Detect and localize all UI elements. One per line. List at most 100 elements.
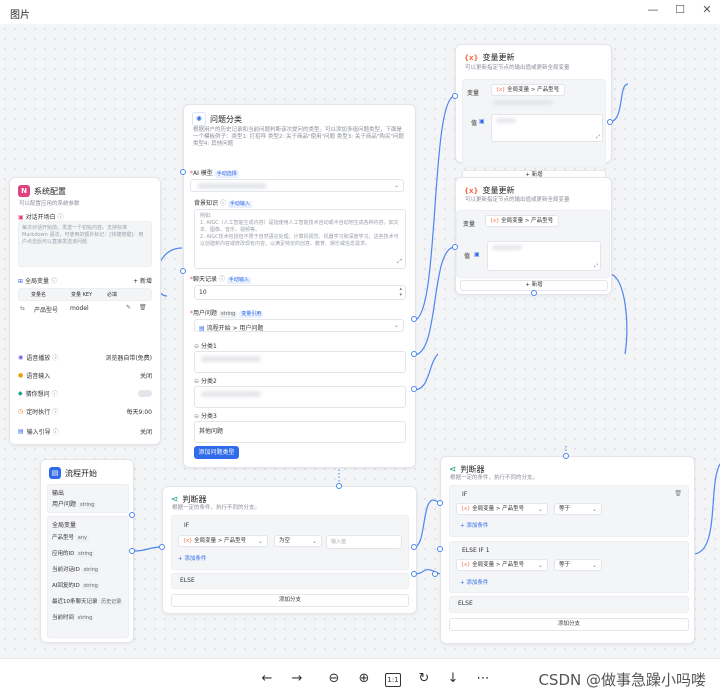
add-global-button[interactable]: + 新增: [133, 276, 152, 285]
variable-update-node-2[interactable]: {x} 变量更新 可以更新指定节点的输出值或更新全局变量 变量 {x} 全局变量…: [455, 177, 612, 295]
help-icon[interactable]: ⓘ: [52, 389, 58, 398]
delete-icon[interactable]: 🗑: [139, 304, 147, 311]
judge1-value-input[interactable]: 输入值: [326, 535, 402, 549]
help-icon[interactable]: ⓘ: [52, 353, 58, 362]
zoom-out-icon[interactable]: ⊖: [325, 671, 343, 687]
maximize-icon[interactable]: ☐: [671, 3, 689, 16]
flow-start-node[interactable]: ▤ 流程开始 输出 用户问题 string 全局变量 产品型号 any 应用的I…: [40, 459, 134, 643]
expand-icon[interactable]: ⤢: [594, 263, 598, 269]
asr-row[interactable]: ● 语音输入 关闭: [18, 368, 152, 382]
system-config-title: 系统配置: [34, 186, 66, 196]
expand-icon[interactable]: ⤢: [596, 134, 600, 140]
workflow-canvas[interactable]: N 系统配置 可以配置应用的系统参数 ▣ 对话开场白 ⓘ 每次对话开始前，发送一…: [0, 24, 720, 658]
class2-handle[interactable]: [411, 351, 417, 357]
voice-row[interactable]: ◉ 语音播放 ⓘ 浏览器自带(免费): [18, 350, 152, 364]
start-global-handle[interactable]: [129, 548, 135, 554]
question-ref-select[interactable]: ▤ 流程开始 > 用户问题 ⌄: [194, 319, 404, 332]
judge2-input-handle[interactable]: [437, 500, 443, 506]
question-mode-tag[interactable]: 变量引用: [239, 311, 264, 318]
system-config-desc: 可以配置应用的系统参数: [19, 201, 80, 207]
judge-node-1[interactable]: ⋖ 判断器 根据一定的条件，执行不同的分支。 IF {x} 全局变量 > 产品型…: [162, 486, 417, 614]
judge2-top-handle[interactable]: [563, 453, 569, 459]
edit-icon[interactable]: ✎: [126, 304, 131, 311]
close-icon[interactable]: ✕: [698, 3, 716, 16]
history-mode-tag[interactable]: 手动输入: [226, 277, 251, 284]
update2-bottom-handle[interactable]: [531, 290, 537, 296]
update1-value-input[interactable]: ⤢: [491, 114, 603, 142]
model-select[interactable]: ⌄: [190, 179, 404, 192]
timer-row[interactable]: ◷ 定时执行 ⓘ 每天9:00: [18, 404, 152, 418]
judge1-if-handle[interactable]: [411, 544, 417, 550]
update2-var-select[interactable]: {x} 全局变量 > 产品型号 ⌄: [485, 215, 559, 227]
judge2-add-condition-1[interactable]: + 添加条件: [460, 521, 488, 529]
rotate-icon[interactable]: ↻: [415, 671, 433, 687]
system-config-node[interactable]: N 系统配置 可以配置应用的系统参数 ▣ 对话开场白 ⓘ 每次对话开始前，发送一…: [9, 177, 161, 445]
zoom-in-icon[interactable]: ⊕: [355, 671, 373, 687]
update1-input-handle[interactable]: [452, 93, 458, 99]
judge1-ref-select[interactable]: {x} 全局变量 > 产品型号 ⌄: [178, 535, 268, 547]
update1-output-handle[interactable]: [607, 119, 613, 125]
judge1-add-condition[interactable]: + 添加条件: [178, 554, 206, 562]
model-mode-tag[interactable]: 手动选择: [214, 171, 239, 178]
input-mode-icon[interactable]: ▣: [479, 118, 485, 125]
add-type-button[interactable]: 添加问题类型: [194, 446, 239, 459]
expand-icon[interactable]: ⤢: [397, 258, 402, 266]
guide-toggle[interactable]: [138, 389, 152, 397]
class3-input[interactable]: 其他问题: [194, 421, 406, 443]
history-handle[interactable]: [180, 268, 186, 274]
background-mode-tag[interactable]: 手动输入: [227, 201, 252, 208]
next-arrow-icon[interactable]: →: [288, 671, 306, 687]
opener-textarea[interactable]: 每次对话开始前，发送一个初始内容。支持标准 Markdown 语法，可使用的额外…: [18, 221, 152, 267]
input-mode-icon[interactable]: ▣: [474, 251, 480, 258]
class2-label: ⊖ 分类2: [194, 378, 217, 385]
judge2-op1-select[interactable]: 等于 ⌄: [554, 503, 602, 515]
judge-node-2[interactable]: ⋖ 判断器 根据一定的条件，执行不同的分支。 IF 🗑 {x} 全局变量 > 产…: [440, 456, 695, 644]
help-icon[interactable]: ⓘ: [58, 214, 64, 221]
variable-update-node-1[interactable]: {x} 变量更新 可以更新指定节点的输出值或更新全局变量 变量 {x} 全局变量…: [455, 44, 612, 181]
judge1-op-select[interactable]: 为空 ⌄: [274, 535, 322, 547]
judge2-ref1-select[interactable]: {x} 全局变量 > 产品型号 ⌄: [456, 503, 548, 515]
download-icon[interactable]: ↓: [444, 671, 462, 687]
judge1-add-branch-button[interactable]: 添加分支: [171, 594, 409, 607]
delete-icon[interactable]: 🗑: [674, 490, 682, 497]
question-classify-node[interactable]: ✺ 问题分类 根据用户的历史记录和当前问题判断该次提问的类型。可以添加多组问题类…: [183, 104, 416, 468]
stepper-icon[interactable]: ▴ ▾: [399, 286, 402, 298]
classify-input-handle[interactable]: [180, 169, 186, 175]
history-number-input[interactable]: 10 ▴ ▾: [194, 285, 406, 300]
judge1-top-handle[interactable]: [336, 483, 342, 489]
help-icon[interactable]: ⓘ: [53, 427, 59, 436]
class1-input[interactable]: [194, 351, 406, 373]
update2-body: 变量 {x} 全局变量 > 产品型号 ⌄ 值 ▣ ⤢: [456, 210, 610, 278]
chevron-down-icon: ⌄: [554, 87, 560, 94]
input-guide-row[interactable]: ▤ 输入引导 ⓘ 关闭: [18, 424, 152, 438]
start-output-handle[interactable]: [129, 512, 135, 518]
judge1-input-handle[interactable]: [159, 544, 165, 550]
variable-icon: {x}: [464, 186, 479, 195]
judge1-else-handle[interactable]: [411, 571, 417, 577]
class2-input[interactable]: [194, 386, 406, 408]
globals-table-row: ⇆ 产品型号 model ✎ 🗑: [18, 302, 150, 316]
judge2-add-branch-button[interactable]: 添加分支: [449, 618, 689, 631]
more-icon[interactable]: ⋯: [474, 671, 492, 687]
class3-handle[interactable]: [411, 386, 417, 392]
chevron-down-icon: ⌄: [393, 182, 399, 189]
judge2-if-input-handle[interactable]: [437, 546, 443, 552]
update1-var-select[interactable]: {x} 全局变量 > 产品型号 ⌄: [491, 84, 565, 96]
window-titlebar: 图片 — ☐ ✕: [0, 0, 720, 25]
judge2-add-condition-2[interactable]: + 添加条件: [460, 578, 488, 586]
judge2-ref2-select[interactable]: {x} 全局变量 > 产品型号 ⌄: [456, 559, 548, 571]
judge2-elseif-handle[interactable]: [432, 571, 438, 577]
actual-size-button[interactable]: 1:1: [385, 673, 401, 687]
help-icon[interactable]: ⓘ: [52, 407, 58, 416]
keyboard-icon: ▤: [18, 427, 24, 435]
classify-icon: ✺: [192, 112, 206, 126]
help-icon[interactable]: ⓘ: [51, 278, 57, 285]
start-icon: ▤: [49, 467, 61, 479]
update2-input-handle[interactable]: [452, 244, 458, 250]
background-textarea[interactable]: 例如: 1. AIGC（人工智能生成内容）是指使用人工智能技术自动或半自动地生成…: [194, 209, 406, 269]
class1-handle[interactable]: [411, 316, 417, 322]
judge2-op2-select[interactable]: 等于 ⌄: [554, 559, 602, 571]
update2-value-input[interactable]: ⤢: [487, 241, 601, 271]
previous-arrow-icon[interactable]: ←: [258, 671, 276, 687]
minimize-icon[interactable]: —: [644, 3, 662, 16]
